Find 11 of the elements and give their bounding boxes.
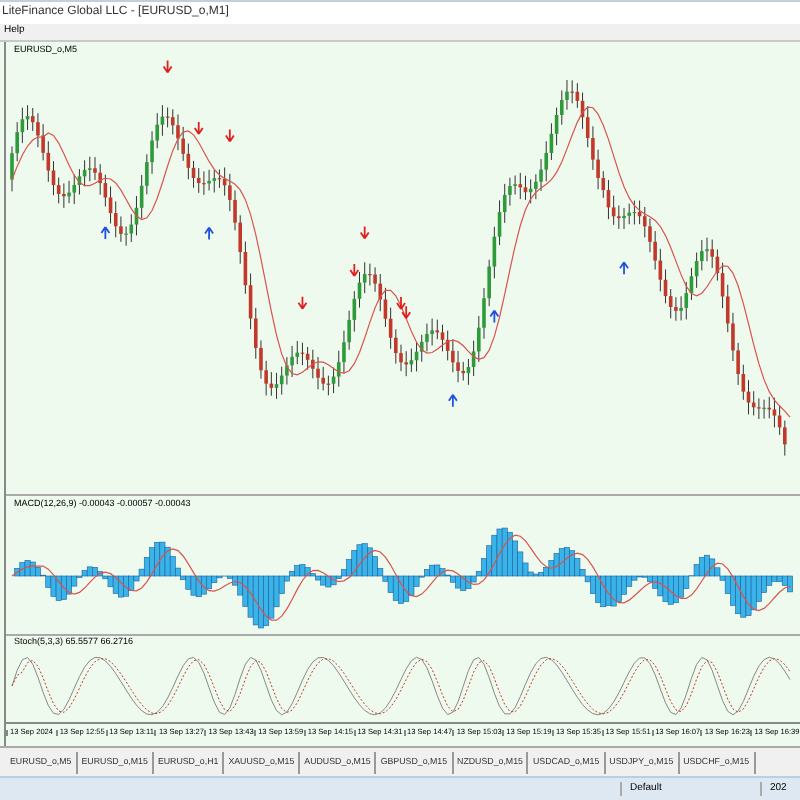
up-arrow-icon: [204, 226, 214, 241]
up-arrow-icon: [619, 261, 629, 276]
down-arrow-icon: [162, 59, 173, 74]
down-arrow-icon: [224, 128, 235, 143]
up-arrow-icon: [489, 309, 500, 324]
down-arrow-icon: [349, 263, 360, 277]
down-arrow-icon: [297, 295, 308, 310]
down-arrow-icon: [193, 121, 204, 135]
down-arrow-icon: [359, 225, 370, 240]
up-arrow-icon: [100, 226, 111, 240]
up-arrow-icon: [447, 393, 458, 408]
